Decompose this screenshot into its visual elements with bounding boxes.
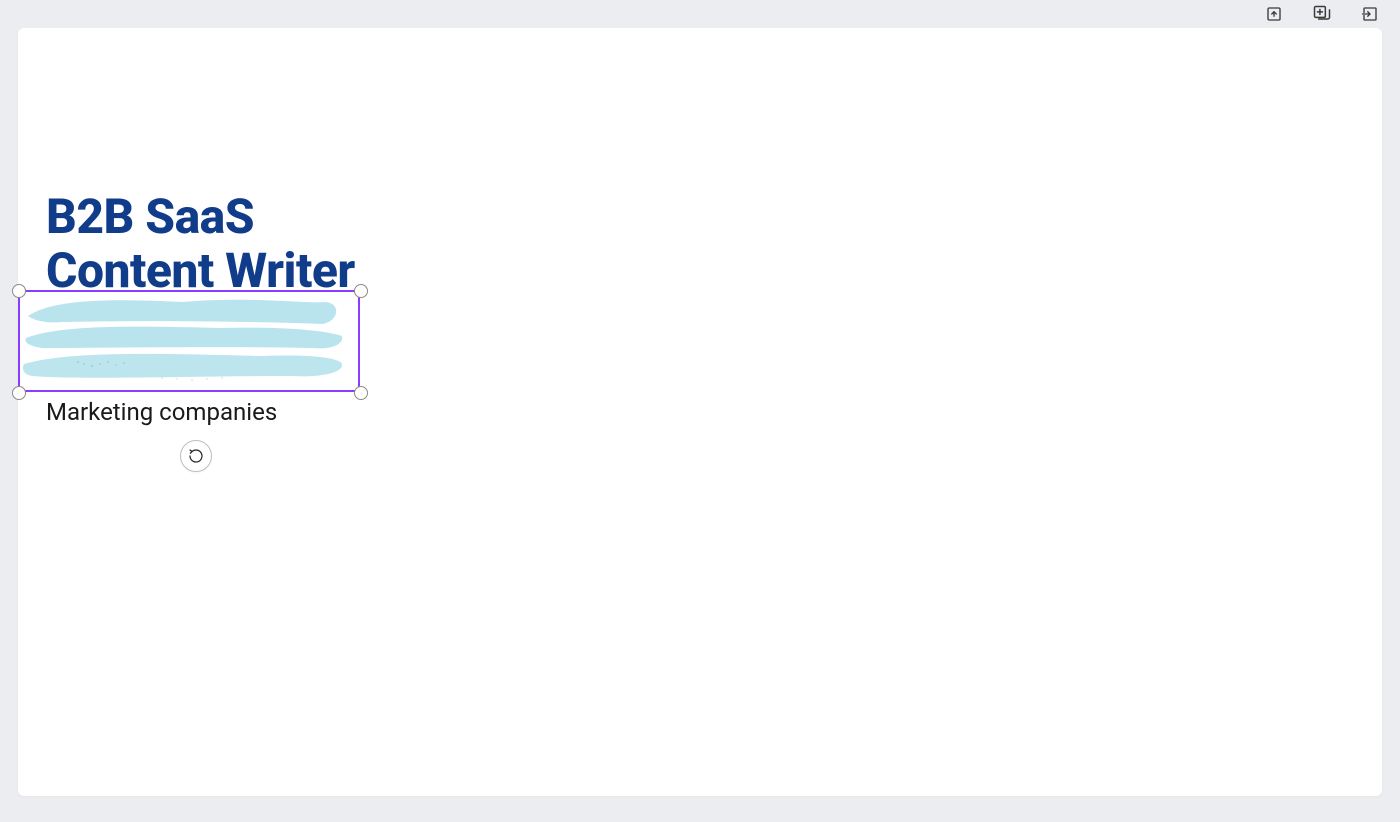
- heading-text[interactable]: B2B SaaS Content Writer: [46, 190, 426, 298]
- upload-icon[interactable]: [1264, 4, 1284, 24]
- resize-handle-bottom-left[interactable]: [12, 386, 26, 400]
- resize-handle-top-right[interactable]: [354, 284, 368, 298]
- design-canvas[interactable]: B2B SaaS Content Writer: [18, 28, 1382, 796]
- popout-icon[interactable]: [1360, 4, 1380, 24]
- selection-bounding-box[interactable]: [18, 290, 360, 392]
- rotate-handle[interactable]: [180, 440, 212, 472]
- duplicate-icon[interactable]: [1312, 4, 1332, 24]
- resize-handle-bottom-right[interactable]: [354, 386, 368, 400]
- resize-handle-top-left[interactable]: [12, 284, 26, 298]
- top-toolbar: [1264, 0, 1380, 28]
- subheading-text[interactable]: Marketing companies: [46, 398, 277, 426]
